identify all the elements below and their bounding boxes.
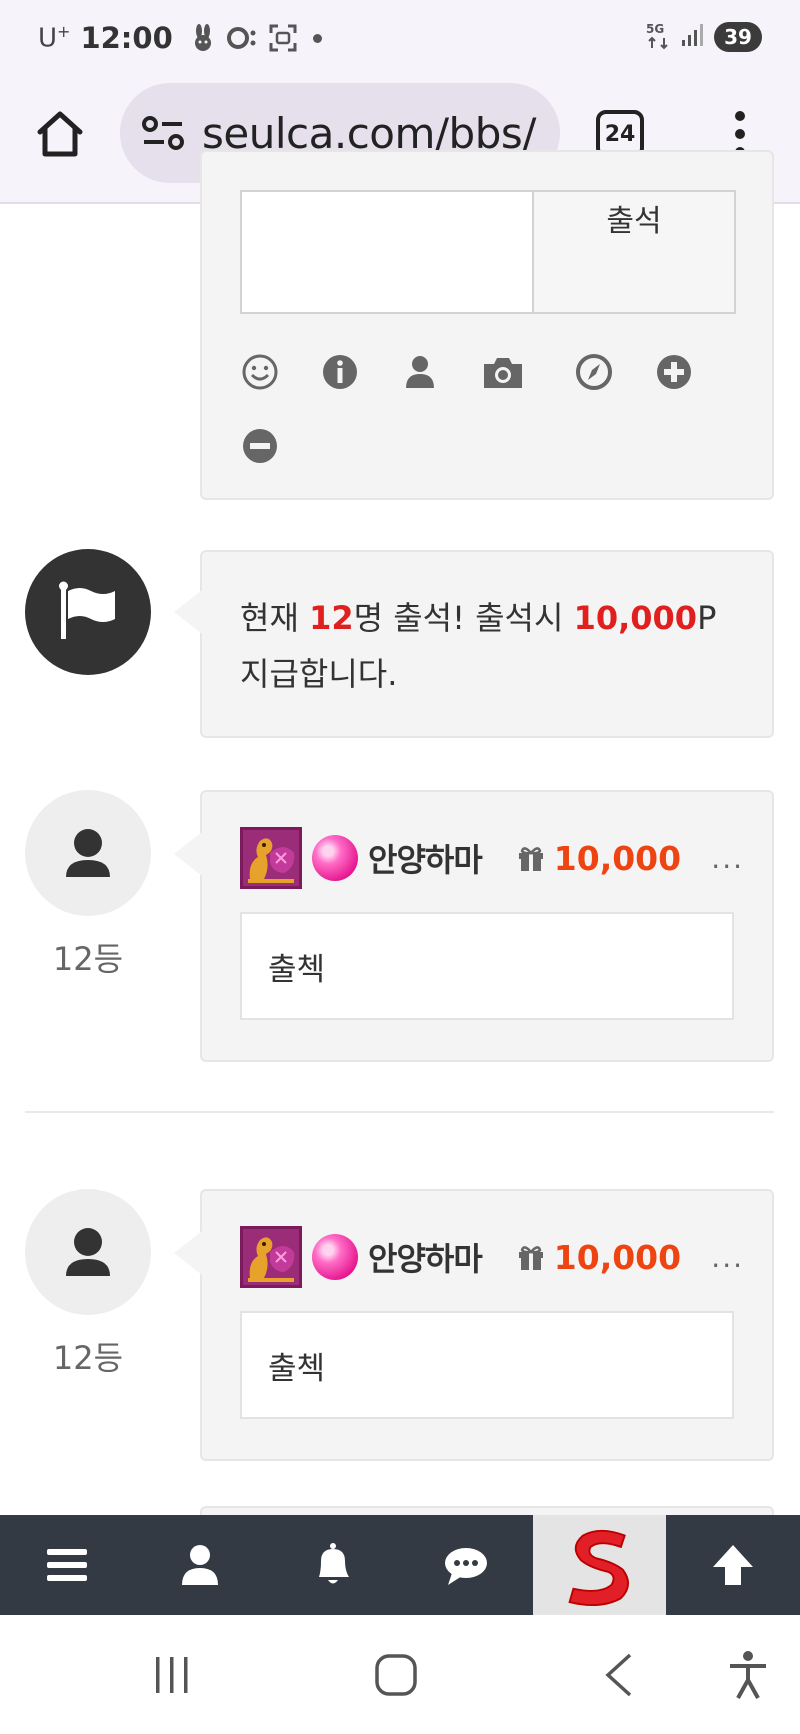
- level-icon: [240, 1226, 302, 1288]
- user-icon: [66, 1228, 110, 1276]
- battery-indicator: 39: [714, 22, 762, 52]
- user-icon: [66, 829, 110, 877]
- gem-icon: [312, 1234, 358, 1280]
- attendance-notice: 현재 12명 출석! 출석시 10,000P 지급합니다.: [240, 599, 717, 693]
- attendance-points: 10,000: [573, 599, 698, 637]
- comment-textarea[interactable]: [240, 190, 534, 314]
- user-icon[interactable]: [133, 1515, 266, 1615]
- user-avatar[interactable]: [25, 1189, 151, 1315]
- notice-bubble-tip: [174, 590, 202, 634]
- comment-body: 출첵: [240, 1311, 734, 1419]
- arrow-up-icon[interactable]: [666, 1515, 799, 1615]
- flag-avatar: [25, 549, 151, 675]
- nickname[interactable]: 안양하마: [368, 1234, 483, 1280]
- phone-screen: { "status_bar": { "carrier": "U", "carri…: [0, 0, 800, 1734]
- rank-label: 12등: [52, 1339, 124, 1377]
- screenshot-icon: [269, 24, 297, 52]
- flag-icon: [59, 581, 115, 639]
- site-bottom-nav: [0, 1515, 800, 1615]
- chat-icon[interactable]: [399, 1515, 532, 1615]
- home-icon[interactable]: [34, 108, 86, 160]
- alarm-icon: [226, 26, 257, 50]
- status-time: 12:00: [80, 21, 173, 55]
- camera-icon[interactable]: [480, 352, 526, 392]
- nickname[interactable]: 안양하마: [368, 835, 483, 881]
- comment-bubble-tip: [174, 832, 202, 876]
- system-nav-bar: [0, 1615, 800, 1734]
- status-bar: U+ 12:00 5G 39: [0, 0, 800, 78]
- bell-icon[interactable]: [266, 1515, 399, 1615]
- info-icon[interactable]: [320, 352, 360, 392]
- point-amount: 10,000: [553, 1237, 682, 1277]
- site-logo[interactable]: [533, 1515, 666, 1615]
- notification-dot-icon: [312, 33, 322, 43]
- site-settings-icon[interactable]: [140, 110, 186, 156]
- more-options-button[interactable]: ...: [711, 842, 744, 875]
- network-5g-icon: 5G: [644, 20, 674, 54]
- comment-body: 출첵: [240, 912, 734, 1020]
- rank-label: 12등: [52, 940, 124, 978]
- submit-attendance-button[interactable]: 출석: [534, 190, 736, 314]
- user-icon[interactable]: [400, 352, 440, 392]
- gift-icon: [518, 847, 543, 871]
- comment-toolbar: [240, 352, 720, 463]
- carrier-label: U+: [38, 22, 71, 54]
- user-avatar[interactable]: [25, 790, 151, 916]
- comment-bubble-tip: [174, 1231, 202, 1275]
- recent-apps-icon[interactable]: [142, 1645, 202, 1705]
- home-button-icon[interactable]: [366, 1645, 426, 1705]
- gem-icon: [312, 835, 358, 881]
- comment-header: 안양하마 10,000 ...: [240, 1225, 750, 1289]
- minus-circle-icon[interactable]: [240, 426, 280, 466]
- accessibility-icon[interactable]: [718, 1645, 778, 1705]
- rabbit-icon: [191, 24, 215, 52]
- attendance-count: 12: [309, 599, 354, 637]
- signal-icon: [680, 22, 706, 52]
- submit-label: 출석: [606, 204, 662, 239]
- smile-icon[interactable]: [240, 352, 280, 392]
- svg-text:5G: 5G: [646, 22, 664, 36]
- comment-header: 안양하마 10,000 ...: [240, 826, 750, 890]
- gift-icon: [518, 1246, 543, 1270]
- divider: [25, 1111, 774, 1113]
- point-amount: 10,000: [553, 838, 682, 878]
- compass-icon[interactable]: [574, 352, 614, 392]
- back-icon[interactable]: [590, 1645, 650, 1705]
- more-options-button[interactable]: ...: [711, 1241, 744, 1274]
- level-icon: [240, 827, 302, 889]
- menu-icon[interactable]: [0, 1515, 133, 1615]
- plus-circle-icon[interactable]: [654, 352, 694, 392]
